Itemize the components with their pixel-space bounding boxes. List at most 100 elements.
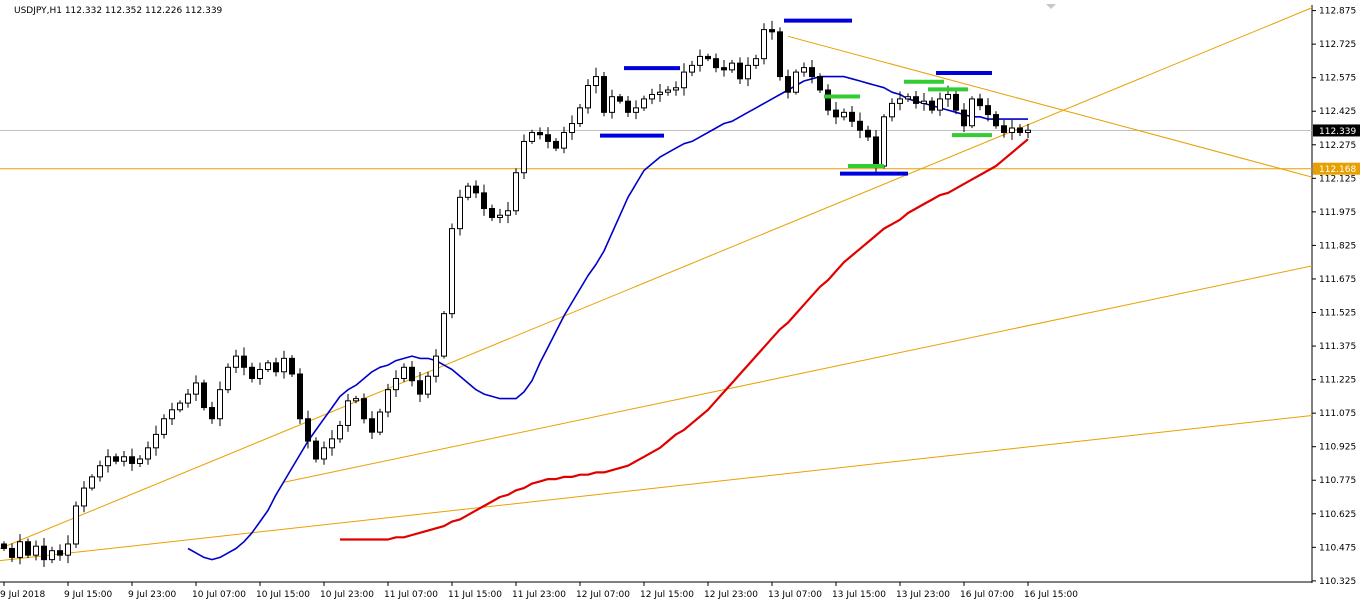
candle-body	[825, 89, 831, 111]
candle	[617, 94, 623, 104]
chart-canvas[interactable]: USDJPY,H1 112.332 112.352 112.226 112.33…	[0, 0, 1361, 607]
chart-header: USDJPY,H1 112.332 112.352 112.226 112.33…	[14, 6, 223, 16]
y-tick-label: 110.775	[1319, 476, 1356, 486]
y-tick-label: 110.625	[1319, 510, 1356, 520]
candle	[161, 414, 167, 439]
candle	[713, 53, 719, 73]
scroll-marker-icon	[1046, 4, 1056, 9]
candle-body	[625, 100, 631, 113]
candle	[1, 541, 7, 551]
candle-body	[601, 76, 607, 113]
candle-body	[769, 29, 775, 33]
candle	[441, 310, 447, 359]
candle	[201, 379, 207, 411]
candle	[409, 360, 415, 387]
candle-body	[633, 107, 639, 113]
candle	[209, 401, 215, 424]
candle-body	[761, 29, 767, 60]
y-tick-label: 111.225	[1319, 376, 1356, 386]
candle-body	[441, 313, 447, 357]
candle-body	[977, 98, 983, 107]
candle	[665, 86, 671, 96]
candle	[257, 362, 263, 385]
candle-body	[241, 355, 247, 368]
y-tick-label: 111.525	[1319, 309, 1356, 319]
x-tick-label: 16 Jul 15:00	[1024, 590, 1078, 600]
candle	[905, 93, 911, 102]
candle-body	[713, 58, 719, 69]
candle-body	[249, 366, 255, 379]
candle-body	[457, 196, 463, 230]
candle	[961, 103, 967, 133]
candle-body	[369, 418, 375, 433]
candle	[49, 546, 55, 564]
candle	[105, 449, 111, 473]
candle	[849, 106, 855, 128]
current-price-label: 112.339	[1319, 127, 1356, 137]
candle	[601, 72, 607, 117]
candle-body	[1025, 129, 1031, 133]
candle	[777, 27, 783, 81]
y-tick-label: 112.875	[1319, 7, 1356, 17]
candle	[1017, 124, 1023, 136]
candle-body	[529, 131, 535, 142]
candle-body	[937, 98, 943, 111]
candle	[833, 101, 839, 125]
x-tick-label: 10 Jul 07:00	[192, 590, 246, 600]
x-tick-label: 9 Jul 23:00	[128, 590, 177, 600]
support-price-label: 112.168	[1319, 165, 1356, 175]
candle-body	[953, 93, 959, 111]
candle-body	[945, 93, 951, 100]
candle-body	[841, 111, 847, 118]
candle	[769, 20, 775, 40]
candle	[761, 23, 767, 65]
candle	[681, 63, 687, 96]
candle-body	[817, 76, 823, 91]
candle-body	[65, 543, 71, 556]
candle-body	[217, 389, 223, 420]
candle	[41, 538, 47, 567]
candle	[281, 350, 287, 379]
price-chart[interactable]: USDJPY,H1 112.332 112.352 112.226 112.33…	[0, 0, 1361, 607]
candle-body	[1, 543, 7, 549]
candle	[337, 420, 343, 443]
candle-body	[209, 407, 215, 420]
candle-body	[1017, 127, 1023, 133]
x-tick-label: 10 Jul 23:00	[320, 590, 374, 600]
candle-body	[9, 547, 15, 558]
x-tick-label: 9 Jul 2018	[0, 590, 45, 600]
candle	[801, 62, 807, 77]
candle-body	[657, 91, 663, 95]
candle-body	[649, 93, 655, 100]
y-tick-label: 112.575	[1319, 74, 1356, 84]
candle-body	[329, 438, 335, 449]
candle-body	[745, 64, 751, 80]
candle-body	[897, 98, 903, 104]
candle-body	[785, 76, 791, 93]
candle	[921, 92, 927, 111]
candle	[929, 97, 935, 114]
candle	[297, 368, 303, 424]
y-tick-label: 111.375	[1319, 342, 1356, 352]
candle-body	[417, 380, 423, 395]
y-axis: 112.875 112.725 112.575 112.425 112.275 112.1…	[1312, 7, 1356, 587]
candle-body	[433, 355, 439, 377]
candle-body	[729, 62, 735, 71]
candle	[553, 138, 559, 152]
x-tick-label: 10 Jul 15:00	[256, 590, 310, 600]
candle-body	[473, 185, 479, 194]
candle	[137, 455, 143, 467]
candle	[457, 189, 463, 236]
candle	[705, 53, 711, 62]
candle-body	[921, 100, 927, 104]
candle	[913, 90, 919, 109]
y-tick-label: 112.275	[1319, 141, 1356, 151]
candle	[113, 453, 119, 465]
candles	[1, 20, 1031, 567]
candle-body	[889, 102, 895, 118]
candle-body	[297, 373, 303, 420]
candle-body	[809, 67, 815, 78]
y-tick-label: 112.425	[1319, 107, 1356, 117]
candle	[65, 535, 71, 564]
candle-body	[505, 210, 511, 216]
